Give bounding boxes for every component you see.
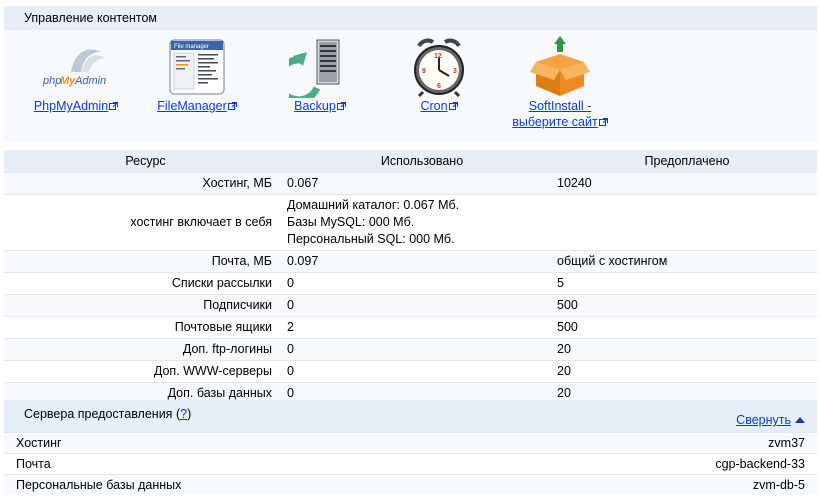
servers-title: Сервера предоставления bbox=[24, 407, 173, 421]
external-link-icon bbox=[448, 102, 458, 110]
logo-admin-text: Admin bbox=[74, 75, 106, 87]
filemanager-link[interactable]: FileManager bbox=[157, 99, 237, 113]
resource-used: Домашний каталог: 0.067 Мб. Базы MySQL: … bbox=[287, 194, 557, 251]
col-header-resource: Ресурс bbox=[4, 150, 287, 173]
resource-name: Подписчики bbox=[4, 294, 287, 317]
phpmyadmin-label[interactable]: PhpMyAdmin bbox=[34, 99, 108, 113]
logo-php-text: php bbox=[42, 75, 61, 87]
server-name: Хостинг bbox=[16, 436, 62, 450]
servers-panel: Сервера предоставления (?) Свернуть Хост… bbox=[4, 400, 817, 500]
server-row: Почта cgp-backend-33 bbox=[4, 453, 817, 474]
external-link-icon bbox=[227, 102, 237, 110]
resource-name: Почта, МБ bbox=[4, 250, 287, 273]
tool-cron[interactable]: 12 3 6 9 Cron bbox=[374, 36, 504, 114]
resource-prepaid: 20 bbox=[557, 338, 817, 361]
resource-used: 0 bbox=[287, 272, 557, 295]
svg-text:12: 12 bbox=[434, 53, 442, 60]
used-line: Базы MySQL: 000 Мб. bbox=[287, 215, 415, 229]
external-link-icon bbox=[336, 102, 346, 110]
collapse-label[interactable]: Свернуть bbox=[736, 413, 791, 427]
resource-used: 0.067 bbox=[287, 172, 557, 195]
table-row: Доп. ftp-логины 0 20 bbox=[4, 338, 817, 361]
server-value: cgp-backend-33 bbox=[715, 457, 805, 471]
resource-prepaid: 10240 bbox=[557, 172, 817, 195]
resource-name: Доп. WWW-серверы bbox=[4, 360, 287, 383]
resource-prepaid: 500 bbox=[557, 294, 817, 317]
triangle-up-icon[interactable] bbox=[795, 417, 805, 423]
resources-panel: Ресурс Использовано Предоплачено Хостинг… bbox=[4, 150, 817, 404]
resource-used: 0.097 bbox=[287, 250, 557, 273]
resource-used: 2 bbox=[287, 316, 557, 339]
softinstall-link[interactable]: SoftInstall - выберите сайт bbox=[512, 99, 608, 129]
box-install-icon[interactable] bbox=[495, 36, 625, 98]
cron-link[interactable]: Cron bbox=[420, 99, 458, 113]
table-row: Списки рассылки 0 5 bbox=[4, 272, 817, 295]
tool-backup[interactable]: Backup bbox=[255, 36, 385, 114]
tool-filemanager[interactable]: File manager FileManager bbox=[132, 36, 262, 114]
external-link-icon bbox=[109, 102, 119, 110]
servers-header: Сервера предоставления (?) Свернуть bbox=[4, 400, 817, 432]
col-header-prepaid: Предоплачено bbox=[557, 150, 817, 173]
table-row: Почта, МБ 0.097 общий с хостингом bbox=[4, 250, 817, 273]
table-row: Хостинг, МБ 0.067 10240 bbox=[4, 172, 817, 195]
server-row: Хостинг zvm37 bbox=[4, 432, 817, 453]
resource-prepaid: 20 bbox=[557, 360, 817, 383]
table-row: хостинг включает в себя Домашний каталог… bbox=[4, 194, 817, 251]
resource-name: Доп. ftp-логины bbox=[4, 338, 287, 361]
server-row: Персональные базы данных zvm-db-5 bbox=[4, 474, 817, 495]
resource-name: Списки рассылки bbox=[4, 272, 287, 295]
resource-name: Хостинг, МБ bbox=[4, 172, 287, 195]
cron-label[interactable]: Cron bbox=[420, 99, 447, 113]
help-paren-close: ) bbox=[187, 407, 192, 421]
table-row: Доп. WWW-серверы 0 20 bbox=[4, 360, 817, 383]
content-management-title: Управление контентом bbox=[4, 6, 817, 30]
resource-prepaid: 500 bbox=[557, 316, 817, 339]
resources-table: Ресурс Использовано Предоплачено Хостинг… bbox=[4, 150, 817, 404]
tools-row: php My Admin PhpMyAdmin File manager Fil… bbox=[4, 30, 817, 142]
tool-softinstall[interactable]: SoftInstall - выберите сайт bbox=[495, 36, 625, 130]
resource-used: 0 bbox=[287, 294, 557, 317]
server-value: zvm-db-5 bbox=[752, 478, 805, 492]
phpmyadmin-logo-icon[interactable]: php My Admin bbox=[11, 36, 141, 98]
filemanager-label[interactable]: FileManager bbox=[157, 99, 226, 113]
external-link-icon bbox=[598, 118, 608, 126]
resource-prepaid bbox=[557, 194, 817, 251]
backup-link[interactable]: Backup bbox=[294, 99, 346, 113]
server-value: zvm37 bbox=[768, 436, 805, 450]
softinstall-label-line2[interactable]: выберите сайт bbox=[512, 115, 597, 129]
file-manager-icon[interactable]: File manager bbox=[132, 36, 262, 98]
logo-my-text: My bbox=[60, 75, 76, 87]
svg-text:9: 9 bbox=[422, 68, 426, 75]
softinstall-label-line1[interactable]: SoftInstall - bbox=[529, 99, 592, 113]
table-row: Подписчики 0 500 bbox=[4, 294, 817, 317]
filemanager-logo-text: File manager bbox=[174, 44, 209, 50]
used-line: Персональный SQL: 000 Мб. bbox=[287, 232, 455, 246]
svg-text:6: 6 bbox=[437, 83, 441, 90]
backup-server-icon[interactable] bbox=[255, 36, 385, 98]
resource-prepaid: общий с хостингом bbox=[557, 250, 817, 273]
server-name: Почта bbox=[16, 457, 51, 471]
collapse-link[interactable]: Свернуть bbox=[736, 406, 805, 434]
resources-header-row: Ресурс Использовано Предоплачено bbox=[4, 150, 817, 173]
resource-name: Почтовые ящики bbox=[4, 316, 287, 339]
resource-used: 0 bbox=[287, 338, 557, 361]
table-row: Почтовые ящики 2 500 bbox=[4, 316, 817, 339]
phpmyadmin-link[interactable]: PhpMyAdmin bbox=[34, 99, 119, 113]
resource-prepaid: 5 bbox=[557, 272, 817, 295]
content-management-panel: Управление контентом php My Admin PhpMyA… bbox=[4, 6, 817, 142]
alarm-clock-icon[interactable]: 12 3 6 9 bbox=[374, 36, 504, 98]
tool-phpmyadmin[interactable]: php My Admin PhpMyAdmin bbox=[11, 36, 141, 114]
server-name: Персональные базы данных bbox=[16, 478, 182, 492]
backup-label[interactable]: Backup bbox=[294, 99, 336, 113]
resource-name: хостинг включает в себя bbox=[4, 194, 287, 251]
resource-used: 0 bbox=[287, 360, 557, 383]
col-header-used: Использовано bbox=[287, 150, 557, 173]
used-line: Домашний каталог: 0.067 Мб. bbox=[287, 198, 460, 212]
svg-text:3: 3 bbox=[453, 68, 457, 75]
